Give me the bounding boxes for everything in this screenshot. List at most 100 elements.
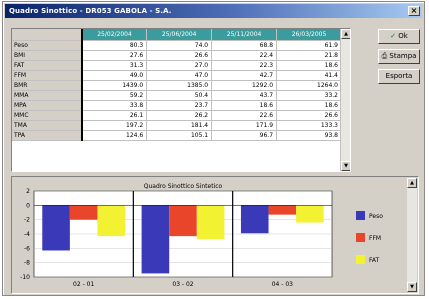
table-cell[interactable]: 33.2 — [276, 90, 342, 101]
row-label: BMR — [12, 80, 83, 91]
scroll-up-button[interactable]: ▲ — [341, 29, 350, 39]
bar — [69, 205, 98, 220]
table-cell[interactable]: 26.6 — [276, 110, 342, 121]
bar-chart: 2 0 -2 -4 -6 -8 -10 02 - 01 03 - 02 04 - 03 Quadro… — [20, 183, 383, 288]
column-header[interactable]: 25/06/2004 — [146, 29, 213, 41]
table-cell[interactable]: 1439.0 — [81, 80, 148, 91]
row-label: BMI — [12, 50, 83, 61]
title-bar[interactable]: Quadro Sinottico - DR053 GABOLA - S.A. × — [5, 4, 422, 18]
table-cell[interactable]: 68.8 — [211, 40, 278, 51]
y-tick-label: 0 — [26, 202, 30, 209]
chart-scrollbar[interactable]: ▲ ▼ — [407, 178, 417, 292]
chart-panel: 2 0 -2 -4 -6 -8 -10 02 - 01 03 - 02 04 - 03 Quadro… — [11, 176, 419, 294]
data-grid[interactable]: 25/02/2004 25/06/2004 25/11/2004 26/03/2005… — [11, 28, 351, 172]
export-button[interactable]: Esporta — [378, 69, 420, 84]
bar — [268, 205, 297, 215]
arrow-up-icon: ▲ — [410, 180, 414, 186]
table-cell[interactable]: 18.6 — [211, 100, 278, 111]
data-table: 25/02/2004 25/06/2004 25/11/2004 26/03/2005… — [12, 29, 342, 141]
printer-icon: ⎙ — [381, 52, 388, 60]
row-label: FAT — [12, 60, 83, 71]
table-cell[interactable]: 49.0 — [81, 70, 148, 81]
table-cell[interactable]: 59.2 — [81, 90, 148, 101]
bar — [141, 205, 170, 274]
table-cell[interactable]: 181.4 — [146, 120, 213, 131]
chart-title: Quadro Sinottico Sintetico — [144, 183, 223, 190]
legend-label: FAT — [369, 257, 380, 264]
table-row[interactable]: BMR 1439.0 1385.0 1292.0 1264.0 — [12, 80, 342, 91]
table-cell[interactable]: 1292.0 — [211, 80, 278, 91]
table-row[interactable]: BMI 27.6 26.6 22.4 21.8 — [12, 50, 342, 61]
table-cell[interactable]: 26.2 — [146, 110, 213, 121]
export-button-label: Esporta — [385, 72, 413, 80]
arrow-down-icon: ▼ — [344, 163, 348, 169]
grid-scrollbar[interactable]: ▲ ▼ — [340, 29, 350, 171]
print-button-label: Stampa — [389, 52, 417, 60]
table-row[interactable]: Peso 80.3 74.0 68.8 61.9 — [12, 40, 342, 51]
table-cell[interactable]: 42.7 — [211, 70, 278, 81]
table-cell[interactable]: 22.6 — [211, 110, 278, 121]
table-cell[interactable]: 22.4 — [211, 50, 278, 61]
table-cell[interactable]: 43.7 — [211, 90, 278, 101]
table-cell[interactable]: 18.6 — [276, 60, 342, 71]
table-cell[interactable]: 26.6 — [146, 50, 213, 61]
grid-header-row: 25/02/2004 25/06/2004 25/11/2004 26/03/2005 — [12, 29, 342, 41]
table-cell[interactable]: 74.0 — [146, 40, 213, 51]
bar — [196, 205, 225, 240]
table-cell[interactable]: 171.9 — [211, 120, 278, 131]
close-button[interactable]: × — [408, 6, 420, 16]
table-cell[interactable]: 105.1 — [146, 130, 213, 141]
table-cell[interactable]: 41.4 — [276, 70, 342, 81]
grid-corner-cell — [12, 29, 83, 41]
column-header[interactable]: 25/11/2004 — [211, 29, 278, 41]
scroll-down-button[interactable]: ▼ — [341, 161, 350, 171]
table-row[interactable]: FFM 49.0 47.0 42.7 41.4 — [12, 70, 342, 81]
table-cell[interactable]: 50.4 — [146, 90, 213, 101]
column-header[interactable]: 25/02/2004 — [81, 29, 148, 41]
table-cell[interactable]: 27.6 — [81, 50, 148, 61]
table-row[interactable]: MMC 26.1 26.2 22.6 26.6 — [12, 110, 342, 121]
chart-scroll-down-button[interactable]: ▼ — [407, 282, 417, 292]
table-cell[interactable]: 124.6 — [81, 130, 148, 141]
table-cell[interactable]: 61.9 — [276, 40, 342, 51]
table-row[interactable]: FAT 31.3 27.0 22.3 18.6 — [12, 60, 342, 71]
table-row[interactable]: TMA 197.2 181.4 171.9 133.3 — [12, 120, 342, 131]
bar — [97, 205, 126, 237]
table-cell[interactable]: 23.7 — [146, 100, 213, 111]
legend-label: Peso — [369, 213, 383, 220]
table-cell[interactable]: 31.3 — [81, 60, 148, 71]
table-cell[interactable]: 27.0 — [146, 60, 213, 71]
row-label: MMA — [12, 90, 83, 101]
table-cell[interactable]: 18.6 — [276, 100, 342, 111]
table-cell[interactable]: 47.0 — [146, 70, 213, 81]
chart-scroll-up-button[interactable]: ▲ — [407, 178, 417, 188]
table-cell[interactable]: 80.3 — [81, 40, 148, 51]
row-label: TPA — [12, 130, 83, 141]
print-button[interactable]: ⎙ Stampa — [378, 49, 420, 64]
table-cell[interactable]: 1385.0 — [146, 80, 213, 91]
table-cell[interactable]: 22.3 — [211, 60, 278, 71]
ok-button[interactable]: ✓ Ok — [378, 29, 420, 44]
table-cell[interactable]: 1264.0 — [276, 80, 342, 91]
table-cell[interactable]: 93.8 — [276, 130, 342, 141]
ok-button-label: Ok — [398, 32, 408, 40]
y-tick-label: -2 — [24, 217, 30, 224]
legend-swatch — [356, 233, 365, 242]
table-cell[interactable]: 96.7 — [211, 130, 278, 141]
window-title: Quadro Sinottico - DR053 GABOLA - S.A. — [9, 7, 172, 15]
row-label: MPA — [12, 100, 83, 111]
column-header[interactable]: 26/03/2005 — [276, 29, 342, 41]
table-row[interactable]: TPA 124.6 105.1 96.7 93.8 — [12, 130, 342, 141]
table-row[interactable]: MPA 33.8 23.7 18.6 18.6 — [12, 100, 342, 111]
table-cell[interactable]: 133.3 — [276, 120, 342, 131]
table-cell[interactable]: 33.8 — [81, 100, 148, 111]
table-row[interactable]: MMA 59.2 50.4 43.7 33.2 — [12, 90, 342, 101]
legend-swatch — [356, 211, 365, 220]
y-tick-label: -10 — [20, 274, 30, 281]
table-cell[interactable]: 26.1 — [81, 110, 148, 121]
row-label: MMC — [12, 110, 83, 121]
y-tick-label: -8 — [24, 260, 30, 267]
legend-swatch — [356, 255, 365, 264]
table-cell[interactable]: 197.2 — [81, 120, 148, 131]
table-cell[interactable]: 21.8 — [276, 50, 342, 61]
